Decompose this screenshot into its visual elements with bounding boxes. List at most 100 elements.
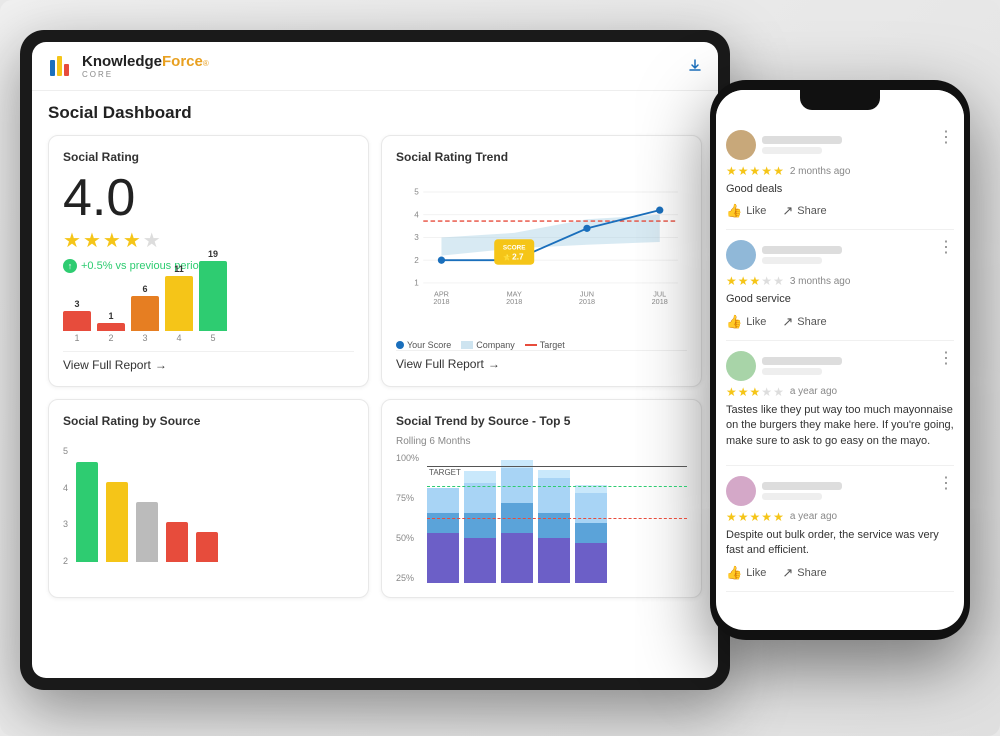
- username-2: [762, 246, 842, 254]
- review-stars-2: ★ ★ ★ ★ ★: [726, 274, 784, 288]
- review-top-4: ⋮: [726, 476, 954, 506]
- svg-text:1: 1: [414, 279, 419, 288]
- more-icon-1[interactable]: ⋮: [938, 130, 954, 146]
- header-right: [688, 59, 702, 73]
- rs-4-5: ★: [773, 510, 784, 524]
- company-label: Company: [476, 340, 515, 350]
- avatar-3: [726, 351, 756, 381]
- share-label-1: Share: [797, 205, 826, 217]
- your-score-label: Your Score: [407, 340, 451, 350]
- bar-4: [165, 276, 193, 331]
- star-1: ★: [63, 228, 81, 253]
- social-trend-card: Social Rating Trend 5: [381, 135, 702, 387]
- bar-lbl-1: 1: [74, 333, 79, 343]
- stacked-subtitle: Rolling 6 Months: [396, 436, 687, 447]
- arrow-icon-1: →: [155, 358, 167, 372]
- user-info-1: [762, 136, 842, 154]
- star-5: ★: [143, 228, 161, 253]
- seg-4-1: [538, 538, 570, 583]
- logo: Knowledge Force ® CORE: [48, 52, 209, 80]
- bar-group-2: 1 2: [97, 311, 125, 343]
- stacked-chart-wrapper: 100% 75% 50% 25% TARGET: [396, 453, 687, 583]
- share-btn-1[interactable]: ↗ Share: [782, 203, 826, 219]
- target-line-legend: [525, 344, 537, 346]
- review-stars-1: ★ ★ ★ ★ ★: [726, 164, 784, 178]
- dashboard-title: Social Dashboard: [48, 103, 702, 123]
- rs-4-2: ★: [738, 510, 749, 524]
- bar-group-4: 11 4: [165, 264, 193, 343]
- review-text-4: Despite out bulk order, the service was …: [726, 528, 954, 559]
- sy-25: 25%: [396, 573, 419, 583]
- review-stars-4: ★ ★ ★ ★ ★: [726, 510, 784, 524]
- bar-group-1: 3 1: [63, 299, 91, 343]
- star-3: ★: [103, 228, 121, 253]
- more-icon-3[interactable]: ⋮: [938, 351, 954, 367]
- user-info-3: [762, 357, 842, 375]
- like-icon-1: 👍: [726, 203, 742, 219]
- view-full-report-btn-2[interactable]: View Full Report →: [396, 350, 687, 371]
- review-actions-1: 👍 Like ↗ Share: [726, 203, 954, 219]
- stacked-bars-area: TARGET: [427, 453, 687, 583]
- tablet-screen: Knowledge Force ® CORE Social Dashboard: [32, 42, 718, 678]
- source-rating-card: Social Rating by Source 5 4 3 2: [48, 399, 369, 598]
- like-btn-2[interactable]: 👍 Like: [726, 314, 766, 330]
- like-label-1: Like: [746, 205, 766, 217]
- review-item-4: ⋮ ★ ★ ★ ★ ★ a year ago Despite out bulk …: [726, 466, 954, 592]
- src-bar-4: [166, 522, 188, 562]
- review-meta-4: ★ ★ ★ ★ ★ a year ago: [726, 510, 954, 524]
- svg-text:4: 4: [414, 210, 419, 219]
- review-user-4: [726, 476, 842, 506]
- review-time-1: 2 months ago: [790, 166, 851, 177]
- legend-your-score: Your Score: [396, 340, 451, 350]
- bar-val-1: 3: [74, 299, 79, 309]
- seg-1-2: [427, 513, 459, 533]
- stacked-title: Social Trend by Source - Top 5: [396, 414, 687, 428]
- source-title: Social Rating by Source: [63, 414, 354, 428]
- stacked-col-5: [575, 483, 607, 583]
- share-btn-2[interactable]: ↗ Share: [782, 314, 826, 330]
- tablet-header: Knowledge Force ® CORE: [32, 42, 718, 91]
- review-text-2: Good service: [726, 292, 954, 307]
- view-report-label-1: View Full Report: [63, 358, 151, 372]
- rs-4-3: ★: [750, 510, 761, 524]
- src-bar-rect-5: [196, 532, 218, 562]
- star-2: ★: [83, 228, 101, 253]
- share-label-4: Share: [797, 567, 826, 579]
- share-btn-4[interactable]: ↗ Share: [782, 565, 826, 581]
- arrow-icon-2: →: [488, 357, 500, 371]
- phone-screen: ⋮ ★ ★ ★ ★ ★ 2 months ago Good deals: [716, 90, 964, 630]
- scene: Knowledge Force ® CORE Social Dashboard: [0, 0, 1000, 736]
- svg-text:2: 2: [414, 256, 419, 265]
- change-arrow-icon: ↑: [63, 259, 77, 273]
- review-top-2: ⋮: [726, 240, 954, 270]
- seg-1-3: [427, 488, 459, 513]
- svg-text:5: 5: [414, 188, 419, 197]
- bar-lbl-4: 4: [176, 333, 181, 343]
- seg-2-2: [464, 513, 496, 538]
- src-bar-3: [136, 502, 158, 562]
- bar-val-5: 19: [208, 249, 218, 259]
- view-full-report-btn-1[interactable]: View Full Report →: [63, 351, 354, 372]
- bar-3: [131, 296, 159, 331]
- your-score-dot: [396, 341, 404, 349]
- username-3: [762, 357, 842, 365]
- trend-chart: 5 4 3 2 1: [396, 172, 687, 332]
- logo-reg: ®: [203, 59, 209, 68]
- more-icon-2[interactable]: ⋮: [938, 240, 954, 256]
- more-icon-4[interactable]: ⋮: [938, 476, 954, 492]
- source-chart-area: 5 4 3 2: [63, 436, 354, 566]
- review-stars-3: ★ ★ ★ ★ ★: [726, 385, 784, 399]
- like-btn-4[interactable]: 👍 Like: [726, 565, 766, 581]
- review-meta-1: ★ ★ ★ ★ ★ 2 months ago: [726, 164, 954, 178]
- seg-1-1: [427, 533, 459, 583]
- rs-2-2: ★: [738, 274, 749, 288]
- rs-4-1: ★: [726, 510, 737, 524]
- stacked-col-1: [427, 483, 459, 583]
- rs-1-5: ★: [773, 164, 784, 178]
- like-label-2: Like: [746, 316, 766, 328]
- bar-val-2: 1: [108, 311, 113, 321]
- review-user-1: [726, 130, 842, 160]
- like-btn-1[interactable]: 👍 Like: [726, 203, 766, 219]
- like-icon-2: 👍: [726, 314, 742, 330]
- download-icon: [688, 59, 702, 73]
